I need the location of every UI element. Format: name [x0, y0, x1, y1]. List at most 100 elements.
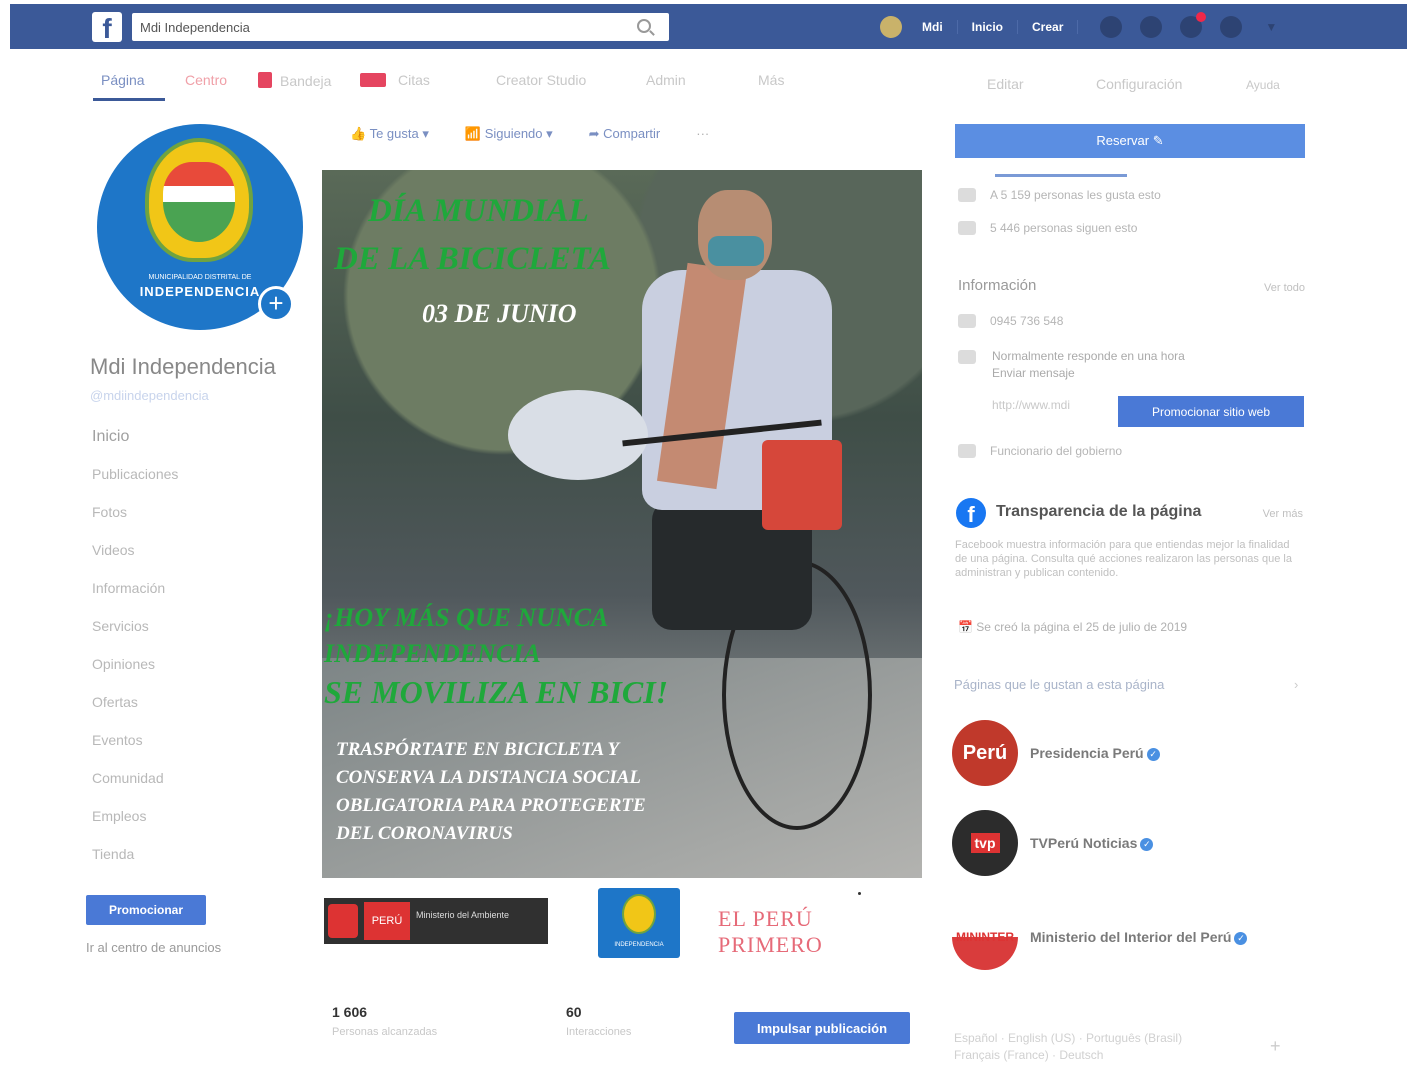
share-button[interactable]: ➦ Compartir: [589, 126, 661, 142]
appointments-badge: [360, 73, 386, 87]
sidebar-item-photos[interactable]: Fotos: [92, 504, 178, 542]
sidebar-item-community[interactable]: Comunidad: [92, 770, 178, 808]
page-handle[interactable]: @mdiindependencia: [90, 388, 209, 403]
sidebar-item-events[interactable]: Eventos: [92, 732, 178, 770]
chevron-right-icon[interactable]: ›: [1294, 677, 1298, 692]
create-link[interactable]: Crear: [1018, 19, 1079, 34]
avatar[interactable]: Perú: [952, 720, 1018, 786]
reserve-button[interactable]: Reservar ✎: [955, 124, 1305, 158]
more-options-button[interactable]: ···: [696, 126, 709, 142]
add-photo-icon[interactable]: +: [258, 286, 294, 322]
reach-value: 1 606: [332, 1004, 368, 1020]
municipality-logo: INDEPENDENCIA: [598, 888, 680, 958]
sidebar-item-jobs[interactable]: Empleos: [92, 808, 178, 846]
settings-link[interactable]: Configuración: [1096, 76, 1182, 92]
facebook-icon: f: [956, 498, 986, 528]
category-text[interactable]: Funcionario del gobierno: [990, 444, 1122, 458]
language-links[interactable]: Español · English (US) · Português (Bras…: [954, 1030, 1254, 1064]
add-language-icon[interactable]: +: [1270, 1036, 1281, 1057]
sidebar-item-services[interactable]: Servicios: [92, 618, 178, 656]
transparency-description: Facebook muestra información para que en…: [955, 539, 1292, 579]
follows-text: 5 446 personas siguen esto: [990, 221, 1138, 235]
sidebar-item-reviews[interactable]: Opiniones: [92, 656, 178, 694]
home-link[interactable]: Inicio: [958, 19, 1019, 34]
help-icon[interactable]: [1220, 15, 1243, 38]
phone-text[interactable]: 0945 736 548: [990, 314, 1063, 328]
municipality-logo-text: INDEPENDENCIA: [614, 942, 664, 948]
edit-link[interactable]: Editar: [987, 76, 1024, 92]
tab-creator-studio[interactable]: Creator Studio: [496, 72, 586, 88]
sidebar-item-shop[interactable]: Tienda: [92, 846, 178, 884]
chevron-down-icon[interactable]: ▼: [1265, 20, 1277, 34]
reach-label: Personas alcanzadas: [332, 1026, 438, 1038]
phone-icon: [958, 314, 976, 328]
verified-badge-icon: ✓: [1146, 748, 1160, 761]
tab-more[interactable]: Más: [758, 72, 784, 88]
sidebar-item-info[interactable]: Información: [92, 580, 178, 618]
category-row: Funcionario del gobierno: [958, 444, 1122, 458]
sidebar-item-videos[interactable]: Videos: [92, 542, 178, 580]
liked-page-name[interactable]: TVPerú Noticias ✓: [1030, 835, 1154, 851]
bell-icon[interactable]: [1180, 11, 1207, 38]
tab-inbox[interactable]: Bandeja: [258, 72, 331, 89]
interactions-label: Interacciones: [566, 1026, 632, 1038]
created-text: Se creó la página el 25 de julio de 2019: [976, 620, 1188, 634]
liked-page-item[interactable]: MININTER Ministerio del Interior del Per…: [952, 904, 1248, 970]
avatar[interactable]: MININTER: [952, 904, 1018, 970]
reserve-label: Reservar: [1096, 133, 1150, 148]
tab-appointments[interactable]: Citas: [360, 72, 430, 88]
help-link[interactable]: Ayuda: [1246, 78, 1280, 92]
post-message-line3: OBLIGATORIA PARA PROTEGERTE: [336, 795, 646, 816]
thumbs-up-icon: [958, 188, 976, 202]
info-section-title: Información: [958, 277, 1037, 294]
avatar[interactable]: [880, 15, 902, 38]
cursor-dot: [858, 892, 861, 895]
ads-center-link[interactable]: Ir al centro de anuncios: [86, 940, 221, 955]
tab-center[interactable]: Centro: [185, 72, 227, 88]
liked-page-name[interactable]: Presidencia Perú ✓: [1030, 745, 1160, 761]
profile-link[interactable]: Mdi: [908, 19, 958, 34]
following-button[interactable]: 📶 Siguiendo ▾: [465, 126, 553, 142]
tab-admin[interactable]: Admin: [646, 72, 686, 88]
search-icon[interactable]: [637, 19, 651, 33]
sidebar-item-posts[interactable]: Publicaciones: [92, 466, 178, 504]
see-all-link[interactable]: Ver todo: [1264, 282, 1305, 294]
top-bar: f Mdi Inicio Crear ▼: [10, 4, 1407, 49]
post-image[interactable]: DÍA MUNDIAL DE LA BICICLETA 03 DE JUNIO …: [322, 170, 922, 878]
search-box[interactable]: [132, 13, 669, 41]
messenger-icon[interactable]: [1140, 15, 1163, 38]
see-more-link[interactable]: Ver más: [1263, 508, 1303, 520]
promote-website-button[interactable]: Promocionar sitio web: [1118, 396, 1304, 427]
liked-page-name[interactable]: Ministerio del Interior del Perú ✓: [1030, 929, 1248, 945]
share-label: Compartir: [603, 126, 661, 141]
friends-icon[interactable]: [1100, 15, 1123, 38]
sidebar-item-home[interactable]: Inicio: [92, 428, 178, 466]
ministry-logo-text: Ministerio del Ambiente: [416, 910, 510, 920]
page-nav: Página Centro Bandeja Citas Creator Stud…: [0, 62, 1407, 102]
post-message-line1: TRASPÓRTATE EN BICICLETA Y: [336, 739, 620, 760]
facebook-logo-icon[interactable]: f: [92, 12, 122, 42]
municipal-crest-logo: [145, 138, 253, 262]
interactions-stat: 60 Interacciones: [566, 1004, 631, 1038]
ministry-logo: PERÚ Ministerio del Ambiente: [324, 898, 548, 944]
like-button[interactable]: 👍 Te gusta ▾: [350, 126, 429, 142]
boost-post-button[interactable]: Impulsar publicación: [734, 1012, 910, 1044]
peru-primero-logo: EL PERÚ PRIMERO: [718, 906, 823, 957]
website-link[interactable]: http://www.mdi: [992, 398, 1070, 412]
languages-line2[interactable]: Français (France) · Deutsch: [954, 1047, 1254, 1064]
search-input[interactable]: [132, 13, 612, 41]
languages-line1[interactable]: Español · English (US) · Português (Bras…: [954, 1030, 1254, 1047]
tab-page[interactable]: Página: [101, 72, 145, 88]
liked-page-item[interactable]: tvp TVPerú Noticias ✓: [952, 810, 1154, 876]
avatar[interactable]: tvp: [952, 810, 1018, 876]
likes-row: A 5 159 personas les gusta esto: [958, 188, 1161, 202]
follow-icon: [958, 221, 976, 235]
sidebar-item-offers[interactable]: Ofertas: [92, 694, 178, 732]
liked-pages-title[interactable]: Páginas que le gustan a esta página: [954, 677, 1164, 692]
liked-page-item[interactable]: Perú Presidencia Perú ✓: [952, 720, 1160, 786]
post-title-line2: DE LA BICICLETA: [334, 241, 611, 277]
send-message-link[interactable]: Enviar mensaje: [992, 365, 1185, 382]
verified-badge-icon: ✓: [1234, 932, 1248, 945]
promote-button[interactable]: Promocionar: [86, 895, 206, 925]
post-slogan-line2: INDEPENDENCIA: [324, 639, 541, 668]
